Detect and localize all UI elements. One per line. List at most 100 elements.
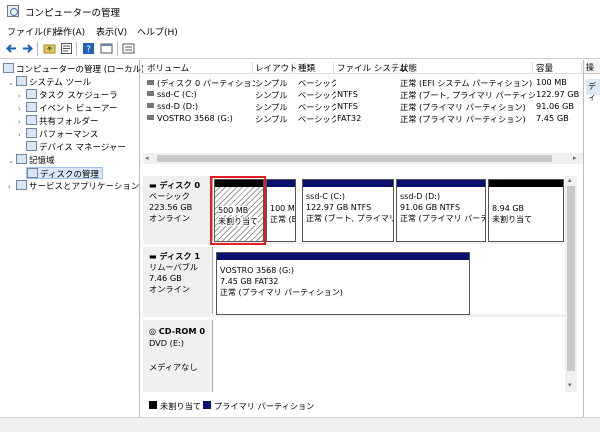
menu-help[interactable]: ヘルプ(H) (137, 25, 178, 38)
column-layout[interactable]: レイアウト (255, 62, 298, 74)
volume-name: VOSTRO 3568 (G:) (157, 113, 233, 123)
column-type[interactable]: 種類 (298, 62, 334, 74)
menu-view[interactable]: 表示(V) (96, 25, 127, 38)
table-row[interactable]: VOSTRO 3568 (G:) シンプル ベーシック FAT32 正常 (プラ… (143, 113, 583, 125)
volume-icon (147, 103, 154, 108)
scrollbar-thumb[interactable] (567, 186, 575, 371)
column-status[interactable]: 状態 (400, 62, 533, 74)
column-volume[interactable]: ボリューム (147, 62, 253, 74)
disk-label[interactable]: ◎ CD-ROM 0 DVD (E:) メディアなし (143, 320, 213, 392)
tree-item-services-apps[interactable]: › サービスとアプリケーション (8, 180, 139, 192)
device-manager-icon (26, 141, 37, 151)
partition-text: ssd-C (C:) 122.97 GB NTFS 正常 (ブート, プライマリ / (303, 187, 393, 226)
console-icon[interactable] (100, 42, 113, 55)
chevron-right-icon[interactable]: › (18, 90, 26, 102)
vertical-scrollbar[interactable]: ▴ ▾ (565, 176, 577, 392)
toolbar: ? (0, 39, 600, 59)
tree-item-shared-folders[interactable]: › 共有フォルダー (18, 115, 99, 127)
tree-item-label: 共有フォルダー (39, 117, 99, 127)
legend-label-unallocated: 未割り当て (160, 401, 201, 411)
layout-cell: シンプル (255, 102, 288, 112)
tree-root-label: コンピューターの管理 (ローカル) (16, 65, 145, 75)
chevron-right-icon[interactable]: › (8, 181, 16, 193)
partition-name: ssd-C (C:) (306, 192, 345, 201)
disk-name: CD-ROM 0 (158, 326, 206, 336)
tree-item-label: パフォーマンス (39, 130, 99, 140)
tree-item-label: システム ツール (29, 78, 91, 88)
tree-item-device-manager[interactable]: デバイス マネージャー (26, 141, 126, 153)
volume-name: ssd-D (D:) (157, 101, 199, 111)
tree-item-disk-management[interactable]: ディスクの管理 (26, 167, 103, 180)
column-filesystem[interactable]: ファイル システム (337, 62, 407, 74)
disk-label[interactable]: ▬ ディスク 0 ベーシック 223.56 GB オンライン (143, 176, 213, 241)
status-bar (0, 417, 600, 432)
volume-name-cell: (ディスク 0 パーティション 2) (147, 77, 255, 89)
menu-action[interactable]: 操作(A) (54, 25, 85, 38)
menu-bar: ファイル(F) 操作(A) 表示(V) ヘルプ(H) (0, 22, 600, 39)
actions-disk-management[interactable]: ディ (586, 79, 600, 102)
scrollbar-thumb[interactable] (157, 155, 552, 162)
disk-size: 223.56 GB (149, 202, 193, 212)
tree-item-event-viewer[interactable]: › イベント ビューアー (18, 102, 117, 114)
table-row[interactable]: ssd-D (D:) シンプル ベーシック NTFS 正常 (プライマリ パーテ… (143, 101, 583, 113)
help-icon[interactable]: ? (82, 42, 95, 55)
tree-item-performance[interactable]: › パフォーマンス (18, 128, 98, 140)
cdrom-icon: ◎ (149, 326, 159, 336)
partition-efi[interactable]: 100 MB 正常 (E (266, 179, 296, 242)
status-cell: 正常 (EFI システム パーティション) (400, 78, 533, 88)
computer-management-icon (3, 63, 14, 73)
properties-icon[interactable] (60, 42, 73, 55)
disk-status: メディアなし (149, 362, 198, 372)
chevron-right-icon[interactable]: › (18, 103, 26, 115)
legend-swatch-unallocated (149, 401, 157, 409)
scroll-left-icon[interactable]: ◂ (145, 154, 149, 162)
toolbar-separator (117, 42, 118, 56)
tree-item-system-tools[interactable]: ⌄ システム ツール (8, 76, 91, 88)
legend: 未割り当て プライマリ パーティション (143, 398, 583, 412)
disk-label[interactable]: ▬ ディスク 1 リムーバブル 7.46 GB オンライン (143, 247, 213, 314)
tree-item-task-scheduler[interactable]: › タスク スケジューラ (18, 89, 118, 101)
shared-folder-icon (26, 115, 37, 125)
tree-item-storage[interactable]: ⌄ 記憶域 (8, 154, 55, 166)
disk-name: ディスク 1 (159, 251, 201, 261)
partition-text: ssd-D (D:) 91.06 GB NTFS 正常 (プライマリ パーティショ (397, 187, 485, 226)
volume-name-cell: ssd-D (D:) (147, 101, 255, 111)
scroll-right-icon[interactable]: ▸ (573, 154, 577, 162)
partition-unallocated[interactable]: 8.94 GB 未割り当て (488, 179, 564, 242)
scroll-up-icon[interactable]: ▴ (568, 176, 572, 184)
column-capacity[interactable]: 容量 (536, 62, 582, 74)
tree-item-label: タスク スケジューラ (39, 91, 118, 101)
table-row[interactable]: ssd-C (C:) シンプル ベーシック NTFS 正常 (ブート, プライマ… (143, 89, 583, 101)
chevron-down-icon[interactable]: ⌄ (8, 77, 16, 89)
window-title: コンピューターの管理 (25, 8, 121, 19)
partition-size: 122.97 GB NTFS (306, 203, 372, 212)
folder-up-icon[interactable] (43, 42, 56, 55)
navigation-tree: コンピューターの管理 (ローカル) ⌄ システム ツール › タスク スケジューラ … (0, 60, 144, 417)
list-view-icon[interactable] (122, 42, 135, 55)
tree-root[interactable]: コンピューターの管理 (ローカル) (3, 63, 144, 75)
partition-ssd-c[interactable]: ssd-C (C:) 122.97 GB NTFS 正常 (ブート, プライマリ / (302, 179, 394, 242)
scroll-down-icon[interactable]: ▾ (568, 381, 572, 389)
tree-item-label: サービスとアプリケーション (29, 182, 140, 192)
storage-icon (16, 154, 27, 164)
chevron-down-icon[interactable]: ⌄ (8, 155, 16, 167)
forward-arrow-icon[interactable] (21, 42, 34, 55)
disk-status: オンライン (149, 284, 190, 294)
legend-swatch-primary (203, 401, 211, 409)
partition-vostro-g[interactable]: VOSTRO 3568 (G:) 7.45 GB FAT32 正常 (プライマリ パ… (216, 252, 470, 315)
capacity-cell: 100 MB (536, 77, 567, 87)
back-arrow-icon[interactable] (5, 42, 18, 55)
partition-size: 100 MB (270, 204, 295, 213)
disk-type: リムーバブル (149, 262, 199, 272)
partition-text: VOSTRO 3568 (G:) 7.45 GB FAT32 正常 (プライマリ パ… (217, 260, 469, 300)
partition-ssd-d[interactable]: ssd-D (D:) 91.06 GB NTFS 正常 (プライマリ パーティショ (396, 179, 486, 242)
chevron-right-icon[interactable]: › (18, 116, 26, 128)
chevron-right-icon[interactable]: › (18, 129, 26, 141)
highlight-box (210, 176, 266, 245)
performance-icon (26, 128, 37, 138)
disk-type: DVD (E:) (149, 338, 184, 348)
disk-icon: ▬ (149, 251, 160, 261)
horizontal-scrollbar[interactable]: ◂ ▸ (143, 153, 583, 164)
table-row[interactable]: (ディスク 0 パーティション 2) シンプル ベーシック 正常 (EFI シス… (143, 77, 583, 89)
menu-file[interactable]: ファイル(F) (7, 25, 55, 38)
